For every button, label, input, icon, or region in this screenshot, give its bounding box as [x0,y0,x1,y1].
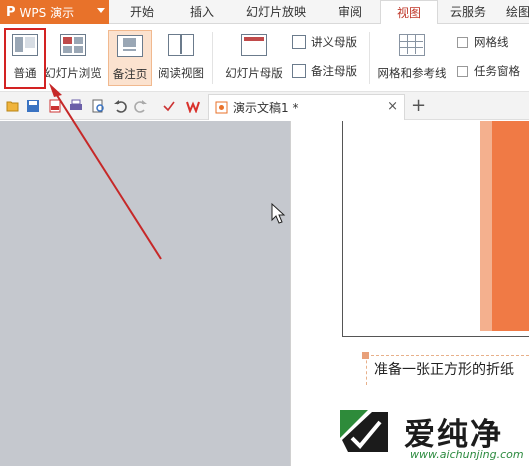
app-menu-button[interactable]: P WPS 演示 [0,0,109,24]
slide-image-shade [480,121,492,331]
notes-master-button[interactable]: 备注母版 [292,62,357,80]
handout-master-icon [292,35,306,49]
handout-master-label: 讲义母版 [311,35,357,49]
tab-review[interactable]: 审阅 [320,0,380,24]
aichunjing-logo-icon [340,410,388,452]
gridlines-check-icon [457,36,468,48]
task-pane-checkbox[interactable]: 任务窗格 [457,62,520,80]
export-pdf-icon[interactable] [48,99,62,113]
menu-bar: P WPS 演示 开始 插入 幻灯片放映 审阅 视图 云服务 绘图 [0,0,529,25]
book-icon [168,34,194,56]
notes-page-icon [117,35,143,57]
notes-master-label: 备注母版 [311,64,357,78]
gridlines-checkbox[interactable]: 网格线 [457,33,509,51]
watermark-url: www.aichunjing.com [410,448,524,461]
slide-image [492,121,529,331]
redo-icon[interactable] [134,99,148,113]
quick-access-toolbar: 演示文稿1 * × + [0,92,529,120]
tab-cloud[interactable]: 云服务 [438,0,498,24]
slide-sorter-icon [60,34,86,56]
gridlines-label: 网格线 [474,35,509,49]
notes-master-icon [292,64,306,78]
document-tab[interactable]: 演示文稿1 * × [208,94,405,120]
ribbon-divider [369,32,370,84]
app-name: WPS 演示 [19,5,75,20]
presentation-file-icon [215,101,228,114]
notes-page-button[interactable]: 备注页 [108,30,152,86]
ribbon-view: 普通 幻灯片浏览 备注页 阅读视图 幻灯片母版 讲义母版 备注母版 网格和参考线… [0,24,529,92]
notes-anchor-marker [362,352,369,359]
grid-guides-label: 网格和参考线 [377,66,447,80]
grid-icon [399,34,425,56]
workspace-background [0,121,290,466]
annotation-highlight-box [4,28,46,89]
chevron-down-icon [97,8,105,13]
tab-home[interactable]: 开始 [112,0,172,24]
wps-logo-icon: P [6,4,16,20]
tab-view[interactable]: 视图 [380,0,438,25]
ribbon-divider [212,32,213,84]
open-folder-icon[interactable] [6,99,20,113]
print-icon[interactable] [69,99,83,113]
customize-toolbar-icon[interactable] [162,99,176,113]
new-tab-button[interactable]: + [411,95,426,116]
reading-view-button[interactable]: 阅读视图 [155,30,207,86]
reading-view-label: 阅读视图 [158,66,204,80]
slide-master-icon [241,34,267,56]
grid-guides-button[interactable]: 网格和参考线 [374,30,450,86]
wps-brand-icon [186,101,200,113]
undo-icon[interactable] [113,99,127,113]
slide-sorter-button[interactable]: 幻灯片浏览 [44,30,102,86]
tab-insert[interactable]: 插入 [172,0,232,24]
close-tab-icon[interactable]: × [387,99,398,114]
slide-master-button[interactable]: 幻灯片母版 [222,30,286,86]
task-pane-check-icon [457,65,468,77]
tab-draw[interactable]: 绘图 [498,0,529,24]
save-icon[interactable] [26,99,40,113]
notes-page-label: 备注页 [112,67,148,81]
print-preview-icon[interactable] [91,99,105,113]
handout-master-button[interactable]: 讲义母版 [292,33,357,51]
task-pane-label: 任务窗格 [474,64,520,78]
slide-sorter-label: 幻灯片浏览 [44,66,102,80]
slide-master-label: 幻灯片母版 [225,66,283,80]
notes-text[interactable]: 准备一张正方形的折纸 [374,359,529,379]
document-tab-title: 演示文稿1 * [233,101,299,115]
tab-slideshow[interactable]: 幻灯片放映 [232,0,320,24]
ribbon-tabs: 开始 插入 幻灯片放映 审阅 视图 云服务 绘图 [112,0,529,25]
